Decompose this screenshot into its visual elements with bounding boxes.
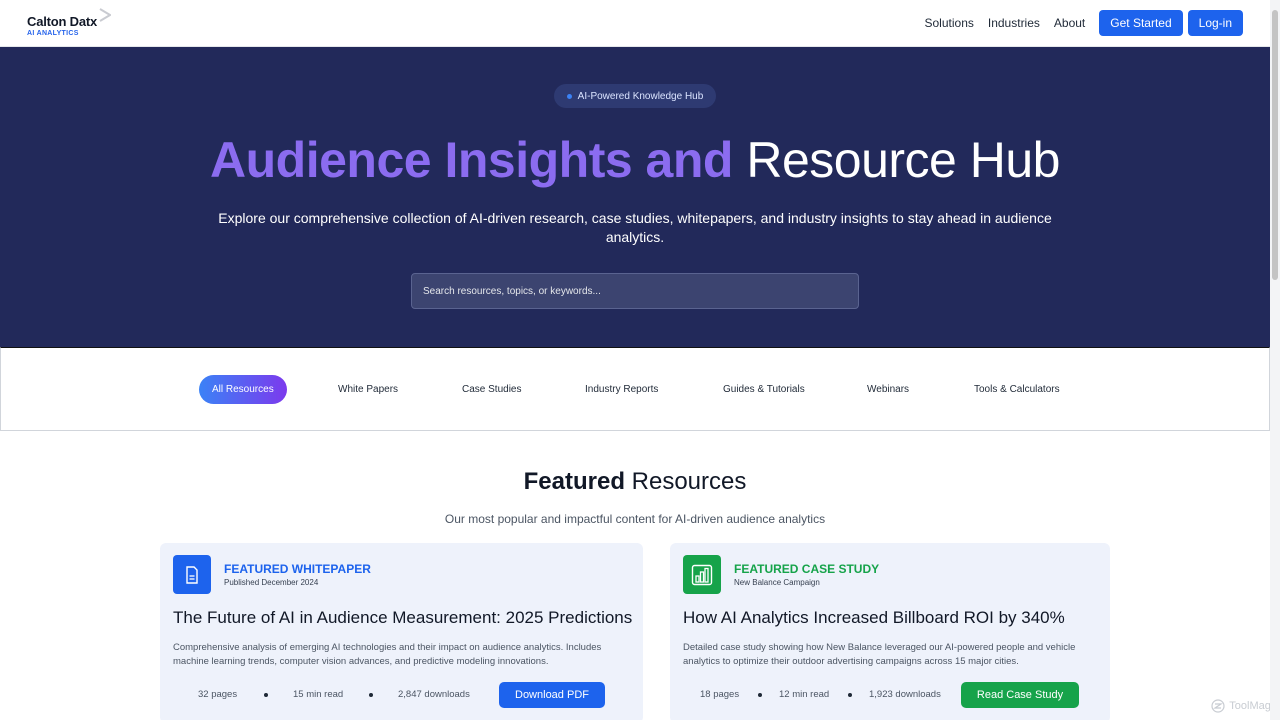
hero-badge: AI-Powered Knowledge Hub (554, 84, 716, 108)
card-stats: 18 pages 12 min read 1,923 downloads Rea… (670, 682, 1110, 708)
bar-chart-icon (683, 555, 721, 594)
scrollbar-thumb[interactable] (1272, 10, 1278, 280)
stat-pages: 18 pages (700, 689, 740, 700)
page-title-plain: Resource Hub (746, 132, 1060, 188)
nav-industries[interactable]: Industries (988, 16, 1040, 30)
filter-all-resources[interactable]: All Resources (199, 375, 287, 404)
stat-downloads: 1,923 downloads (869, 689, 941, 700)
badge-dot-icon (566, 93, 572, 99)
card-meta: Published December 2024 (224, 578, 319, 587)
search-input[interactable] (423, 285, 843, 297)
featured-heading-bold: Featured (523, 468, 625, 495)
filter-webinars[interactable]: Webinars (867, 375, 909, 404)
featured-card-case-study: FEATURED CASE STUDY New Balance Campaign… (670, 543, 1110, 720)
logo[interactable]: Calton Datx AI ANALYTICS (27, 8, 111, 37)
logo-tagline: AI ANALYTICS (27, 30, 79, 37)
card-title[interactable]: The Future of AI in Audience Measurement… (173, 608, 632, 628)
nav-about[interactable]: About (1054, 16, 1085, 30)
separator-dot-icon (758, 693, 762, 697)
filter-industry-reports[interactable]: Industry Reports (585, 375, 658, 404)
watermark-logo-icon (1211, 699, 1225, 713)
page-scrollbar[interactable] (1270, 0, 1280, 720)
separator-dot-icon (848, 693, 852, 697)
watermark: ToolMage (1211, 699, 1277, 713)
card-kicker: FEATURED CASE STUDY (734, 562, 880, 576)
document-icon (173, 555, 211, 594)
download-pdf-button[interactable]: Download PDF (499, 682, 605, 708)
nav-solutions[interactable]: Solutions (925, 16, 974, 30)
stat-pages: 32 pages (198, 689, 238, 700)
filter-case-studies[interactable]: Case Studies (462, 375, 521, 404)
card-description: Comprehensive analysis of emerging AI te… (173, 642, 602, 667)
hero-description: Explore our comprehensive collection of … (218, 210, 1052, 245)
main-nav: Solutions Industries About Get Started L… (925, 10, 1243, 36)
featured-subtitle: Our most popular and impactful content f… (444, 512, 826, 526)
login-button[interactable]: Log-in (1187, 10, 1243, 36)
featured-card-whitepaper: FEATURED WHITEPAPER Published December 2… (160, 543, 643, 720)
page-title: Audience Insights and Resource Hub (0, 131, 1270, 189)
featured-heading: Featured Resources (0, 468, 1270, 496)
read-case-study-button[interactable]: Read Case Study (961, 682, 1079, 708)
stat-read-time: 12 min read (779, 689, 830, 700)
featured-heading-plain: Resources (631, 468, 747, 495)
filter-tools-calculators[interactable]: Tools & Calculators (974, 375, 1060, 404)
get-started-button[interactable]: Get Started (1099, 10, 1183, 36)
card-description: Detailed case study showing how New Bala… (683, 642, 1076, 667)
stat-read-time: 15 min read (293, 689, 344, 700)
card-kicker: FEATURED WHITEPAPER (224, 562, 371, 576)
page-title-highlight: Audience Insights and (210, 132, 733, 188)
logo-name: Calton Datx (27, 14, 98, 29)
card-meta: New Balance Campaign (734, 578, 820, 587)
filter-guides-tutorials[interactable]: Guides & Tutorials (723, 375, 805, 404)
card-title[interactable]: How AI Analytics Increased Billboard ROI… (683, 608, 1065, 628)
logo-mark-icon (99, 8, 111, 22)
filter-white-papers[interactable]: White Papers (338, 375, 398, 404)
stat-downloads: 2,847 downloads (398, 689, 470, 700)
separator-dot-icon (264, 693, 268, 697)
site-header: Calton Datx AI ANALYTICS Solutions Indus… (0, 0, 1270, 47)
card-stats: 32 pages 15 min read 2,847 downloads Dow… (160, 682, 643, 708)
resource-filter-bar: All Resources White Papers Case Studies … (0, 347, 1270, 431)
hero-badge-label: AI-Powered Knowledge Hub (577, 90, 704, 102)
search-box (411, 273, 859, 309)
hero-section: AI-Powered Knowledge Hub Audience Insigh… (0, 47, 1270, 347)
separator-dot-icon (369, 693, 373, 697)
